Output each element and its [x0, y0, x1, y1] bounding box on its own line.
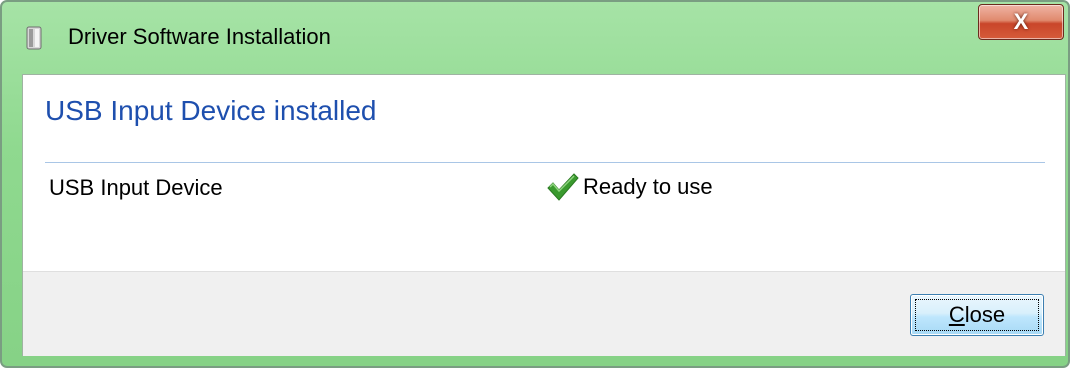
checkmark-icon [547, 173, 579, 201]
device-name: USB Input Device [49, 175, 223, 200]
window-title: Driver Software Installation [68, 24, 331, 49]
title-bar[interactable]: Driver Software Installation X [2, 2, 1068, 74]
close-icon: X [1013, 9, 1029, 34]
close-button[interactable]: Close [910, 294, 1044, 336]
dialog-body: USB Input Device installed USB Input Dev… [22, 74, 1066, 356]
device-status: Ready to use [545, 169, 713, 205]
install-heading: USB Input Device installed [45, 95, 377, 126]
heading-divider [45, 162, 1045, 163]
button-bar: Close [23, 271, 1065, 356]
status-label: Ready to use [583, 174, 713, 199]
window-close-button[interactable]: X [978, 4, 1064, 40]
driver-install-window: Driver Software Installation X USB Input… [0, 0, 1070, 368]
close-button-label: lose [964, 302, 1006, 327]
close-button-mnemonic: C [948, 302, 965, 327]
usb-device-icon [24, 26, 46, 50]
